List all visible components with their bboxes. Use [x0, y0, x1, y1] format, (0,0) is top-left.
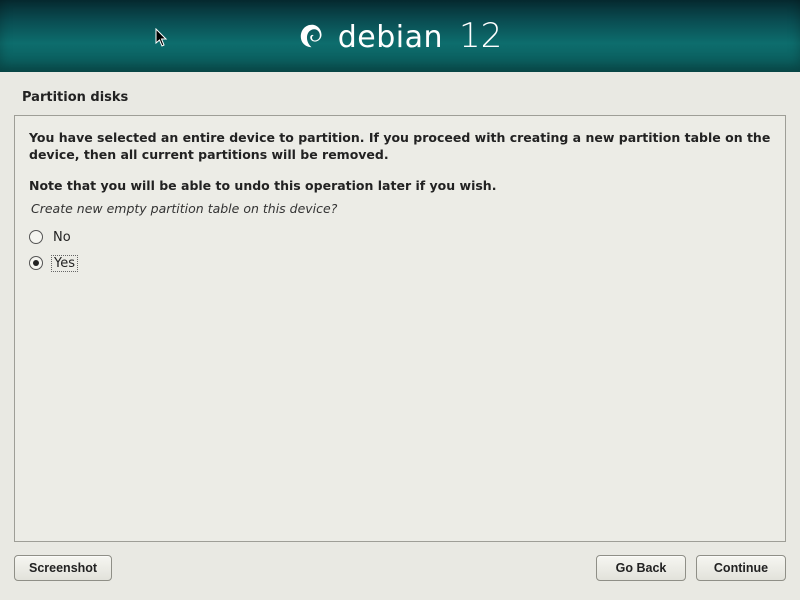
continue-button[interactable]: Continue	[696, 555, 786, 581]
radio-icon	[29, 230, 43, 244]
product-name: debian	[338, 20, 443, 55]
radio-label-no: No	[51, 230, 73, 245]
radio-option-yes[interactable]: Yes	[29, 255, 78, 272]
prompt-question: Create new empty partition table on this…	[31, 201, 771, 216]
button-bar: Screenshot Go Back Continue	[0, 550, 800, 600]
radio-icon	[29, 256, 43, 270]
radio-group: No Yes	[29, 230, 771, 272]
radio-label-yes: Yes	[51, 255, 78, 272]
content-panel: You have selected an entire device to pa…	[14, 115, 786, 542]
debian-swirl-icon	[298, 22, 326, 50]
warning-message-1: You have selected an entire device to pa…	[29, 130, 771, 164]
page-title: Partition disks	[22, 90, 778, 105]
installer-header: debian 12	[0, 0, 800, 72]
go-back-button[interactable]: Go Back	[596, 555, 686, 581]
product-version: 12	[459, 16, 502, 56]
warning-message-2: Note that you will be able to undo this …	[29, 178, 771, 195]
title-area: Partition disks	[0, 72, 800, 115]
radio-option-no[interactable]: No	[29, 230, 73, 245]
screenshot-button[interactable]: Screenshot	[14, 555, 112, 581]
debian-logo: debian 12	[298, 16, 503, 56]
